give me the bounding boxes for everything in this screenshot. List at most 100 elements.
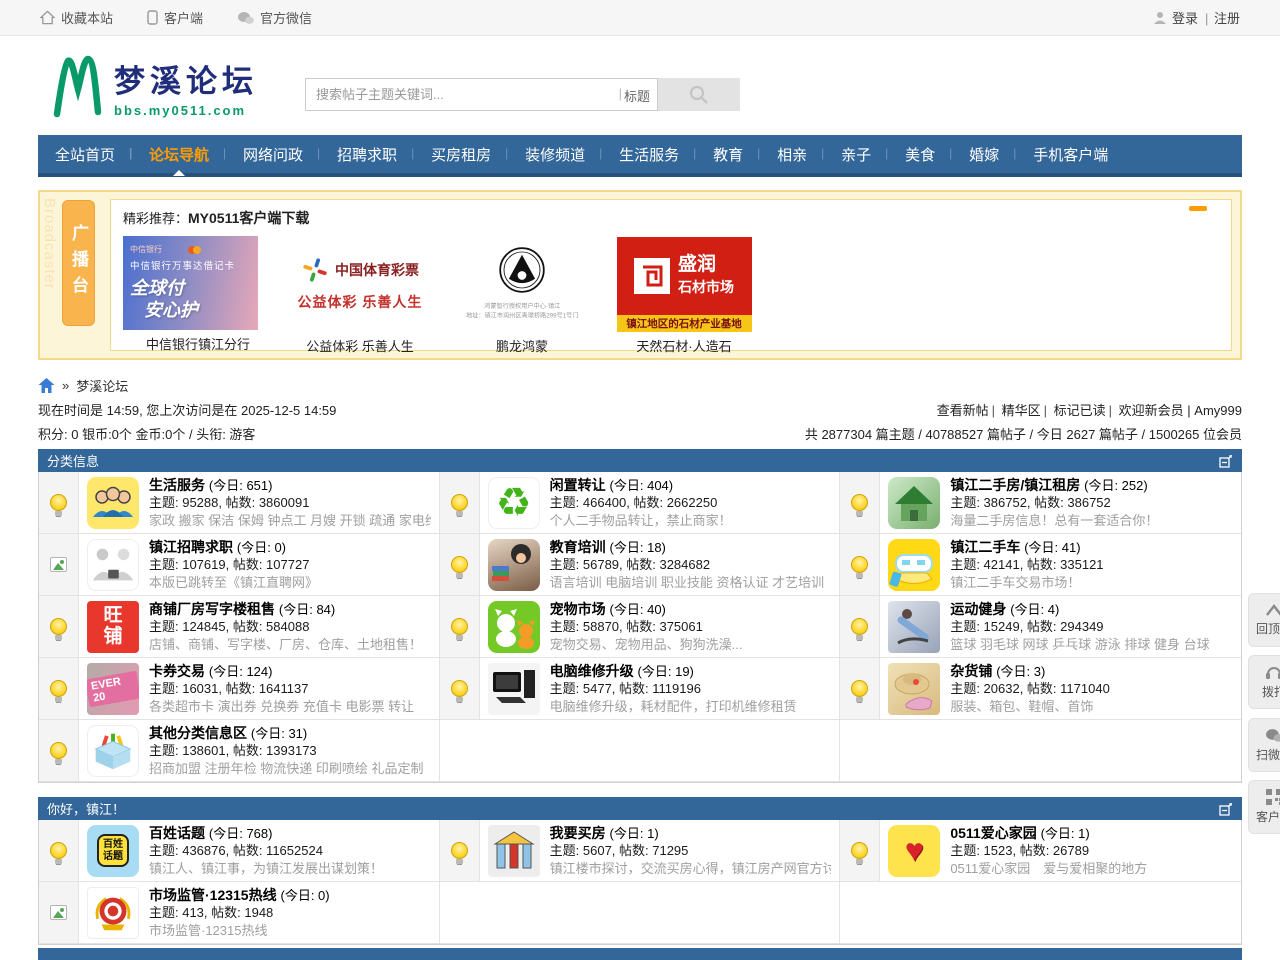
nav-item-mobile-app[interactable]: 手机客户端: [1016, 144, 1125, 165]
nav-item-home[interactable]: 全站首页: [38, 144, 132, 165]
handshake-icon[interactable]: [87, 539, 139, 591]
user-icon: [1153, 11, 1167, 25]
shengrun-banner[interactable]: 盛润石材市场 镇江地区的石材产业基地: [609, 236, 759, 332]
market-regulation-emblem-icon[interactable]: [87, 887, 139, 939]
forum-link[interactable]: 教育培训 (今日: 18): [550, 539, 666, 555]
search-input[interactable]: [305, 78, 658, 111]
forum-link[interactable]: 生活服务 (今日: 651): [149, 477, 272, 493]
view-new-posts-link[interactable]: 查看新帖: [937, 403, 989, 418]
forum-link[interactable]: 杂货铺 (今日: 3): [950, 663, 1045, 679]
forum-link[interactable]: 我要买房 (今日: 1): [550, 825, 659, 841]
nav-item-life[interactable]: 生活服务: [602, 144, 696, 165]
education-icon[interactable]: [488, 539, 540, 591]
new-member-link[interactable]: Amy999: [1187, 403, 1242, 418]
misc-box-icon[interactable]: [87, 725, 139, 777]
back-to-top-button[interactable]: 回顶部: [1248, 593, 1280, 647]
forum-link[interactable]: 镇江二手车 (今日: 41): [950, 539, 1080, 555]
register-link[interactable]: 注册: [1203, 8, 1240, 27]
ad-caption[interactable]: 中信银行镇江分行: [123, 334, 273, 353]
qr-code-icon: [1266, 789, 1280, 805]
collapse-icon[interactable]: [1219, 802, 1233, 816]
nav-item-forum-nav[interactable]: 论坛导航: [132, 144, 226, 165]
ad-sports-lottery[interactable]: 中国体育彩票 公益体彩 乐善人生 公益体彩 乐善人生: [285, 236, 435, 355]
favorite-link[interactable]: 收藏本站: [40, 8, 113, 27]
ad-hima-store[interactable]: 鸿蒙智行授权用户中心·镇江地址：镇江市润州区青璟桥路299号1号门 鹏龙鸿蒙: [447, 236, 597, 355]
nav-item-jobs[interactable]: 招聘求职: [320, 144, 414, 165]
login-link[interactable]: 登录: [1172, 8, 1198, 27]
search-scope-select[interactable]: |标题: [619, 86, 650, 105]
life-service-icon[interactable]: [87, 477, 139, 529]
buy-house-icon[interactable]: [488, 825, 540, 877]
forum-link[interactable]: 其他分类信息区 (今日: 31): [149, 725, 307, 741]
site-logo[interactable]: 梦溪论坛 bbs.my0511.com: [50, 52, 258, 118]
time-line: 现在时间是 14:59, 您上次访问是在 2025-12-5 14:59: [38, 400, 336, 419]
search-scope-label: 标题: [624, 86, 650, 105]
nav-item-dating[interactable]: 相亲: [760, 144, 824, 165]
shop-sign-icon[interactable]: 旺 铺: [87, 601, 139, 653]
nav-item-housing[interactable]: 买房租房: [414, 144, 508, 165]
forum-stats: 主题: 95288, 帖数: 3860091: [149, 494, 431, 512]
nav-item-education[interactable]: 教育: [696, 144, 760, 165]
hotline-button[interactable]: 拨打: [1248, 655, 1280, 709]
forum-link[interactable]: 卡券交易 (今日: 124): [149, 663, 272, 679]
lottery-banner[interactable]: 中国体育彩票 公益体彩 乐善人生: [285, 236, 435, 332]
collapse-dash-button[interactable]: [1189, 206, 1207, 211]
forum-link[interactable]: 闲置转让 (今日: 404): [550, 477, 673, 493]
pets-icon[interactable]: [488, 601, 540, 653]
home-icon[interactable]: [38, 378, 55, 393]
wechat-scan-button[interactable]: 扫微信: [1248, 718, 1280, 772]
hima-banner[interactable]: 鸿蒙智行授权用户中心·镇江地址：镇江市润州区青璟桥路299号1号门: [447, 236, 597, 332]
new-post-indicator: [840, 820, 880, 881]
forum-link[interactable]: 百姓话题 (今日: 768): [149, 825, 272, 841]
house-icon[interactable]: [888, 477, 940, 529]
ad-citic-bank[interactable]: 中信银行 中信银行万事达借记卡 全球付安心护 中信银行镇江分行: [123, 236, 273, 355]
broadcaster-tab[interactable]: 广播台: [62, 200, 95, 326]
digest-link[interactable]: 精华区: [989, 403, 1041, 418]
citic-banner[interactable]: 中信银行 中信银行万事达借记卡 全球付安心护: [123, 236, 258, 330]
forum-link[interactable]: 电脑维修升级 (今日: 19): [550, 663, 694, 679]
computer-icon[interactable]: [488, 663, 540, 715]
grocery-icon[interactable]: [888, 663, 940, 715]
nav-item-wedding[interactable]: 婚嫁: [952, 144, 1016, 165]
citizen-topics-icon[interactable]: 百姓 话题: [87, 825, 139, 877]
nav-item-parenting[interactable]: 亲子: [824, 144, 888, 165]
forum-link[interactable]: 商铺厂房写字楼租售 (今日: 84): [149, 601, 335, 617]
app-qr-button[interactable]: 客户端: [1248, 780, 1280, 834]
forum-stats: 主题: 138601, 帖数: 1393173: [149, 742, 423, 760]
forum-link[interactable]: 镇江二手房/镇江租房 (今日: 252): [950, 477, 1147, 493]
forum-stats: 主题: 15249, 帖数: 294349: [950, 618, 1209, 636]
ad-caption[interactable]: 公益体彩 乐善人生: [285, 336, 435, 355]
fitness-icon[interactable]: [888, 601, 940, 653]
forum-cell-other-classified: 其他分类信息区 (今日: 31) 主题: 138601, 帖数: 1393173…: [39, 720, 440, 782]
car-icon[interactable]: [888, 539, 940, 591]
ad-caption[interactable]: 天然石材·人造石: [609, 336, 759, 355]
mark-read-link[interactable]: 标记已读: [1041, 403, 1106, 418]
forum-cell-citizen-topics: 百姓 话题 百姓话题 (今日: 768) 主题: 436876, 帖数: 116…: [39, 820, 440, 882]
nav-item-food[interactable]: 美食: [888, 144, 952, 165]
coupon-cards-icon[interactable]: EVER 20: [87, 663, 139, 715]
collapse-icon[interactable]: [1219, 454, 1233, 468]
ad-caption[interactable]: 鹏龙鸿蒙: [447, 336, 597, 355]
forum-link[interactable]: 市场监管·12315热线 (今日: 0): [149, 887, 330, 903]
search-button[interactable]: [658, 78, 740, 111]
love-heart-icon[interactable]: [888, 825, 940, 877]
score-line: 积分: 0 银币:0个 金币:0个 / 头衔: 游客: [38, 424, 255, 443]
back-to-top-icon: [1264, 603, 1280, 617]
wechat-label: 官方微信: [260, 8, 312, 27]
forum-desc: 电脑维修升级，耗材配件，打印机维修租赁: [550, 698, 797, 716]
secondhand-swap-icon[interactable]: [488, 477, 540, 529]
site-header: 梦溪论坛 bbs.my0511.com |标题: [0, 36, 1280, 135]
forum-stats: 主题: 16031, 帖数: 1641137: [149, 680, 414, 698]
nav-item-politics[interactable]: 网络问政: [226, 144, 320, 165]
home-icon: [40, 10, 55, 25]
wechat-link[interactable]: 官方微信: [237, 8, 312, 27]
nav-item-decoration[interactable]: 装修频道: [508, 144, 602, 165]
breadcrumb-current[interactable]: 梦溪论坛: [76, 376, 128, 395]
promo-link[interactable]: MY0511客户端下载: [188, 210, 309, 226]
ad-shengrun-stone[interactable]: 盛润石材市场 镇江地区的石材产业基地 天然石材·人造石: [609, 236, 759, 355]
forum-link[interactable]: 0511爱心家园 (今日: 1): [950, 825, 1089, 841]
forum-link[interactable]: 宠物市场 (今日: 40): [550, 601, 666, 617]
client-link[interactable]: 客户端: [147, 8, 203, 27]
forum-link[interactable]: 运动健身 (今日: 4): [950, 601, 1059, 617]
forum-link[interactable]: 镇江招聘求职 (今日: 0): [149, 539, 286, 555]
